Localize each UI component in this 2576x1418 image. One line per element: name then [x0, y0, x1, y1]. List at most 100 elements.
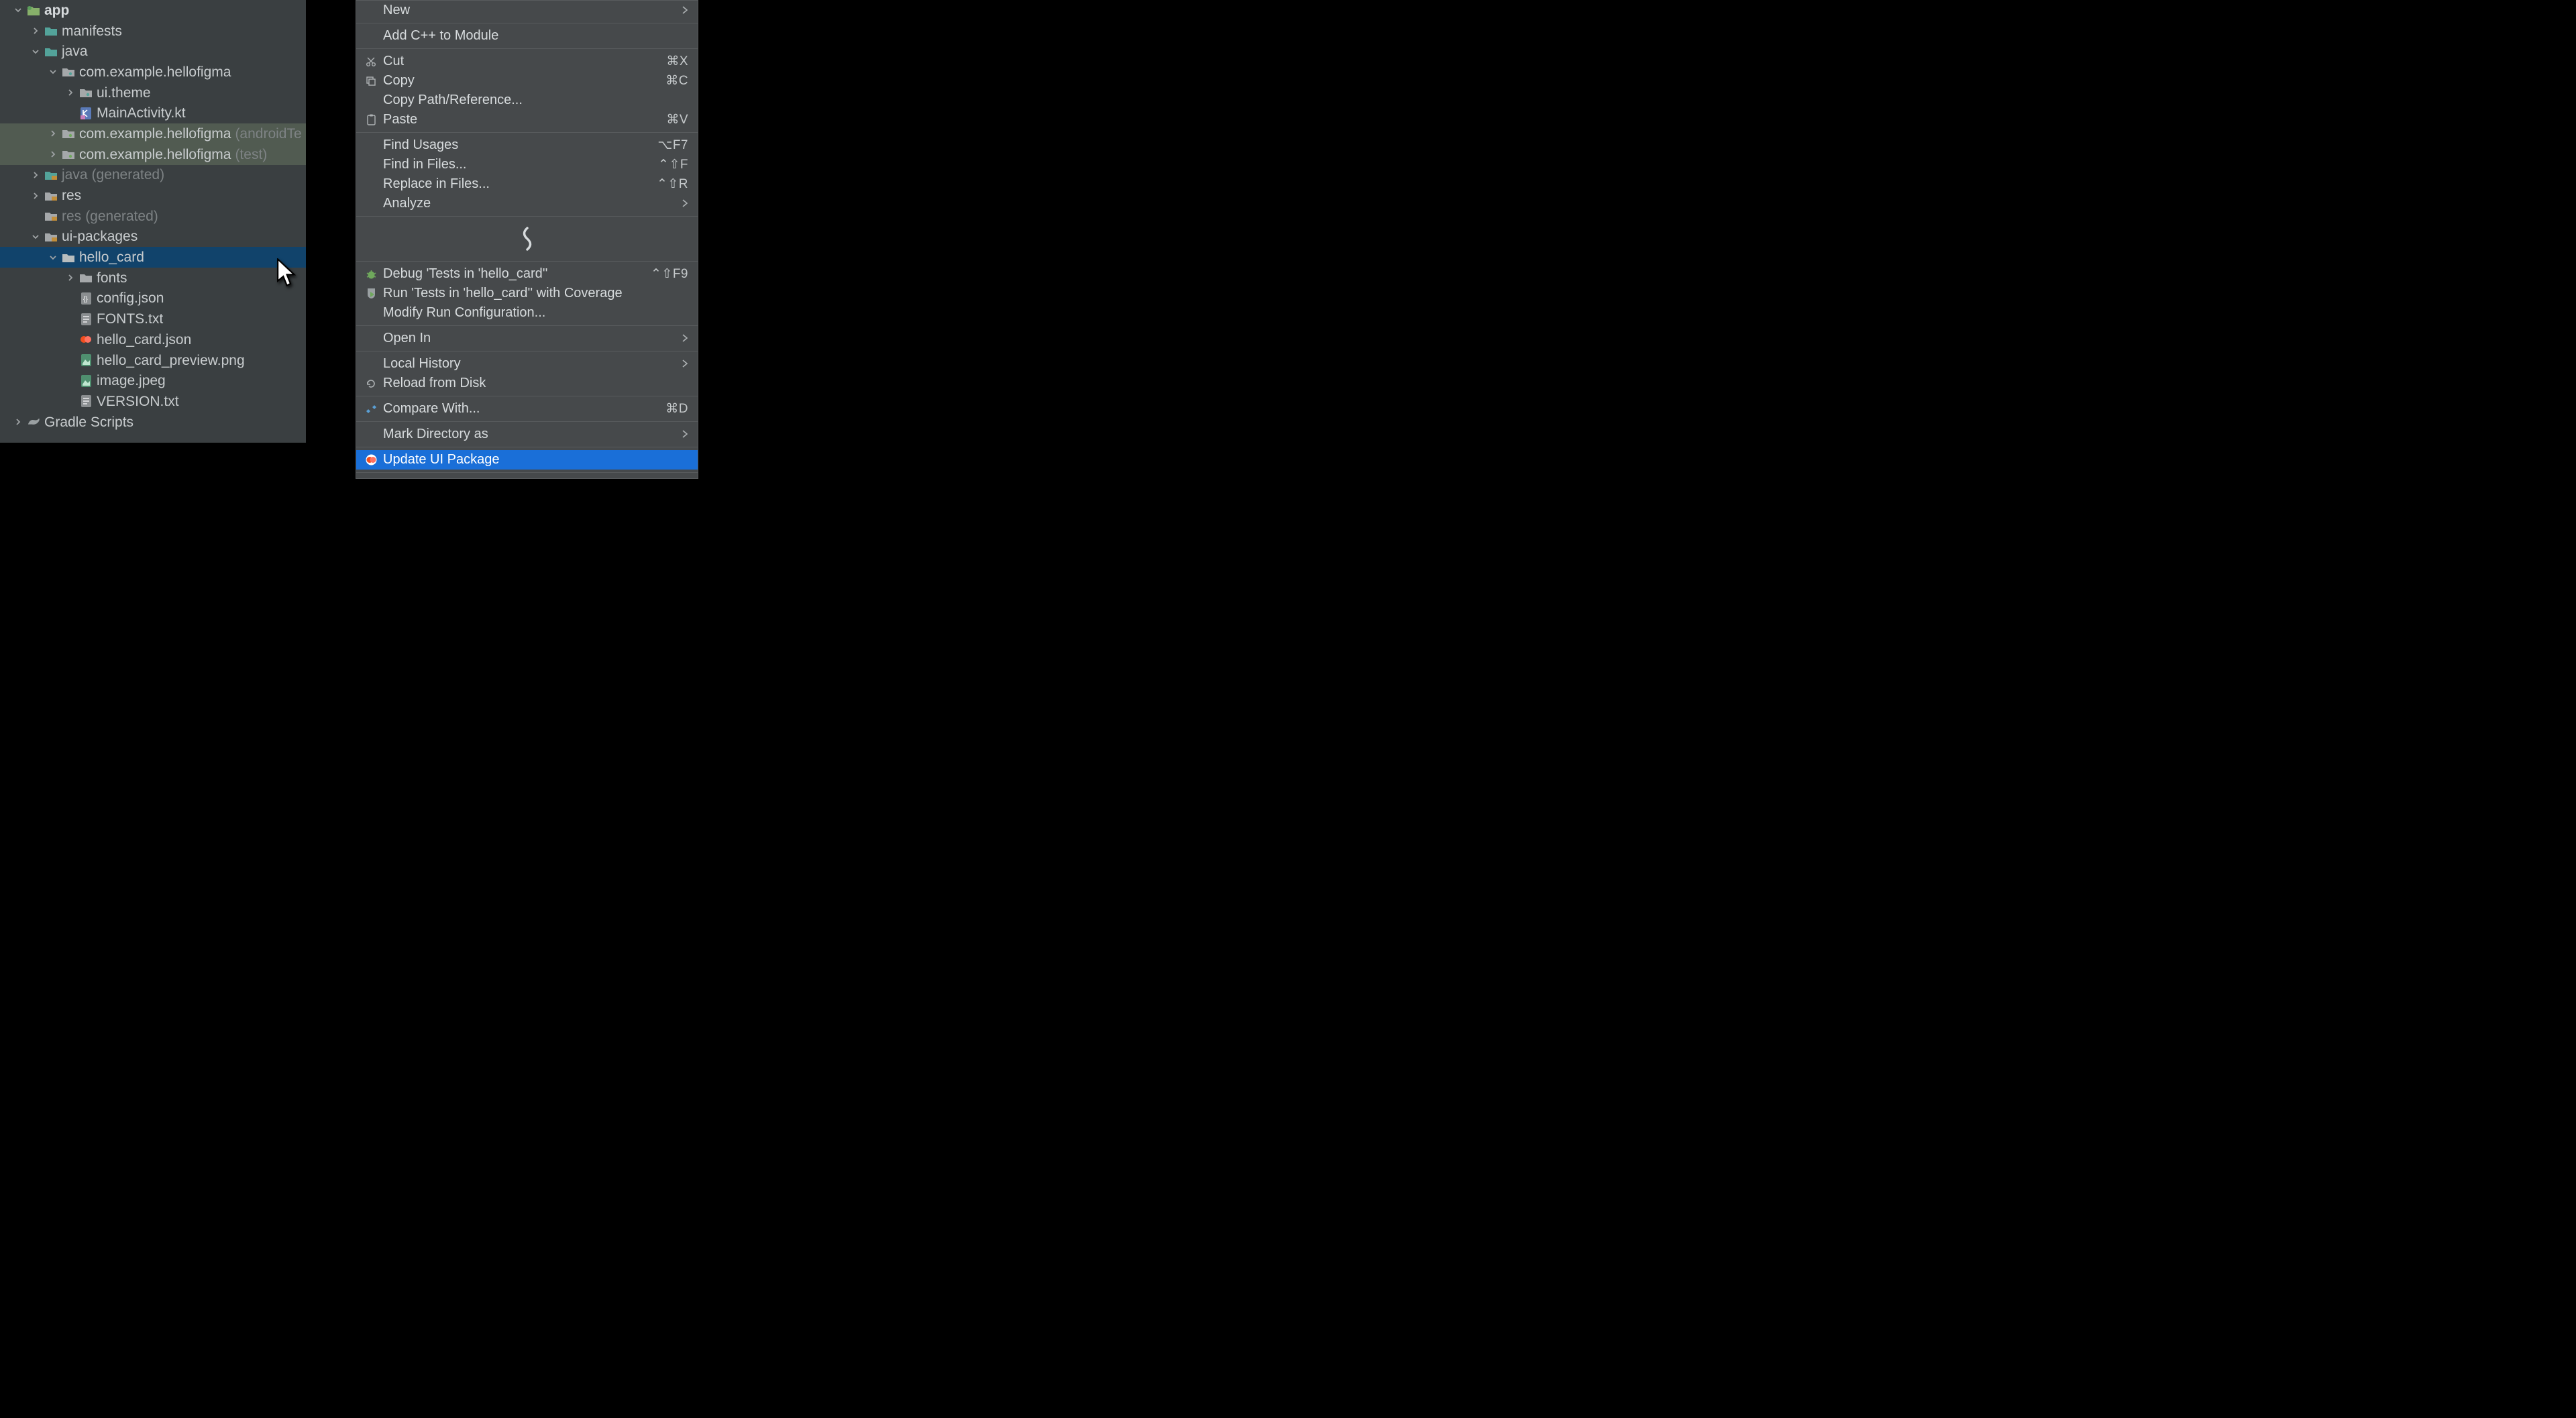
tree-label: hello_card [79, 250, 144, 264]
chevron-right-icon [31, 27, 40, 35]
menu-item-analyze[interactable]: Analyze [356, 194, 698, 213]
tree-item-hello-card-json[interactable]: hello_card.json [0, 329, 306, 350]
tree-item-gradle-scripts[interactable]: Gradle Scripts [0, 412, 306, 433]
reload-icon [363, 378, 379, 389]
menu-item-open-in[interactable]: Open In [356, 329, 698, 348]
tree-item-package-main[interactable]: com.example.hellofigma [0, 62, 306, 83]
kotlin-file-icon [79, 107, 93, 120]
chevron-down-icon [48, 68, 58, 76]
menu-item-debug-tests[interactable]: Debug 'Tests in 'hello_card''⌃⇧F9 [356, 264, 698, 284]
tree-label: hello_card_preview.png [97, 353, 245, 368]
menu-separator [356, 261, 698, 262]
tree-item-image-jpeg[interactable]: image.jpeg [0, 370, 306, 391]
menu-item-update-ui-package[interactable]: Update UI Package [356, 450, 698, 470]
tree-item-java[interactable]: java [0, 41, 306, 62]
debug-icon [363, 269, 379, 280]
tree-label-suffix: (androidTe [235, 127, 301, 141]
submenu-arrow-icon [682, 356, 688, 372]
menu-separator [356, 472, 698, 473]
menu-item-add-cpp[interactable]: Add C++ to Module [356, 26, 698, 46]
figma-file-icon [79, 333, 93, 346]
tree-item-ui-packages[interactable]: ui-packages [0, 227, 306, 248]
menu-item-run-coverage[interactable]: Run 'Tests in 'hello_card'' with Coverag… [356, 284, 698, 303]
menu-item-find-usages[interactable]: Find Usages⌥F7 [356, 135, 698, 155]
tree-label: app [44, 3, 69, 17]
tree-item-fonts[interactable]: fonts [0, 268, 306, 288]
tree-item-app[interactable]: app [0, 0, 306, 21]
figma-icon [363, 454, 379, 466]
tree-label: ui.theme [97, 86, 151, 100]
submenu-arrow-icon [682, 3, 688, 18]
cut-icon [363, 56, 379, 67]
menu-item-local-history[interactable]: Local History [356, 354, 698, 374]
tree-label-suffix: (generated) [85, 209, 158, 223]
tree-label: manifests [62, 24, 122, 38]
menu-item-paste[interactable]: Paste⌘V [356, 110, 698, 129]
tree-item-package-test[interactable]: com.example.hellofigma (test) [0, 144, 306, 165]
tree-label: java [62, 44, 88, 58]
tree-item-java-generated[interactable]: java (generated) [0, 165, 306, 186]
chevron-down-icon [31, 233, 40, 241]
menu-item-copy[interactable]: Copy⌘C [356, 71, 698, 91]
tree-label: image.jpeg [97, 374, 166, 388]
folder-icon [44, 45, 58, 58]
tree-item-version-txt[interactable]: VERSION.txt [0, 391, 306, 412]
tree-label: VERSION.txt [97, 394, 179, 408]
folder-icon [62, 251, 75, 264]
tree-label: res [62, 209, 81, 223]
chevron-right-icon [31, 192, 40, 200]
menu-ellipsis [356, 219, 698, 258]
chevron-right-icon [48, 129, 58, 138]
folder-icon [79, 271, 93, 284]
menu-item-find-in-files[interactable]: Find in Files...⌃⇧F [356, 155, 698, 174]
menu-separator [356, 48, 698, 49]
module-folder-icon [27, 3, 40, 17]
menu-item-mark-directory-as[interactable]: Mark Directory as [356, 425, 698, 444]
chevron-right-icon [13, 418, 23, 426]
text-file-icon [79, 394, 93, 408]
tree-label: Gradle Scripts [44, 415, 133, 429]
menu-item-copy-path[interactable]: Copy Path/Reference... [356, 91, 698, 110]
paste-icon [363, 114, 379, 125]
menu-separator [356, 132, 698, 133]
tree-item-res[interactable]: res [0, 185, 306, 206]
package-folder-icon [62, 127, 75, 140]
tree-label: java [62, 168, 88, 182]
text-file-icon [79, 313, 93, 326]
tree-item-manifests[interactable]: manifests [0, 21, 306, 42]
tree-item-config-json[interactable]: {} config.json [0, 288, 306, 309]
tree-label: com.example.hellofigma [79, 148, 231, 162]
tree-label-suffix: (generated) [92, 168, 165, 182]
generated-folder-icon [44, 168, 58, 182]
tree-label: FONTS.txt [97, 312, 163, 326]
project-tree-panel: app manifests java com.example.hellofigm… [0, 0, 306, 443]
tree-item-hello-card[interactable]: hello_card [0, 247, 306, 268]
chevron-right-icon [48, 150, 58, 158]
tree-item-main-activity[interactable]: MainActivity.kt [0, 103, 306, 123]
menu-item-new[interactable]: New [356, 1, 698, 20]
menu-item-reload-from-disk[interactable]: Reload from Disk [356, 374, 698, 393]
tree-item-package-androidtest[interactable]: com.example.hellofigma (androidTe [0, 123, 306, 144]
menu-item-cut[interactable]: Cut⌘X [356, 52, 698, 71]
resource-folder-icon [44, 189, 58, 203]
menu-item-replace-in-files[interactable]: Replace in Files...⌃⇧R [356, 174, 698, 194]
menu-item-modify-run[interactable]: Modify Run Configuration... [356, 303, 698, 323]
tree-label: MainActivity.kt [97, 106, 186, 120]
compare-icon [363, 404, 379, 414]
folder-icon [44, 24, 58, 38]
tree-label: res [62, 188, 81, 203]
tree-item-ui-theme[interactable]: ui.theme [0, 83, 306, 103]
tree-item-res-generated[interactable]: res (generated) [0, 206, 306, 227]
context-menu: New Add C++ to Module Cut⌘X Copy⌘C Copy … [356, 0, 698, 479]
package-folder-icon [62, 65, 75, 78]
menu-separator [356, 216, 698, 217]
tree-item-hello-card-preview[interactable]: hello_card_preview.png [0, 350, 306, 371]
menu-item-compare-with[interactable]: Compare With...⌘D [356, 399, 698, 419]
chevron-right-icon [66, 274, 75, 282]
chevron-down-icon [13, 6, 23, 14]
package-folder-icon [62, 148, 75, 161]
menu-separator [356, 421, 698, 422]
tree-item-fonts-txt[interactable]: FONTS.txt [0, 309, 306, 329]
run-coverage-icon [363, 288, 379, 299]
tree-label: ui-packages [62, 229, 138, 243]
